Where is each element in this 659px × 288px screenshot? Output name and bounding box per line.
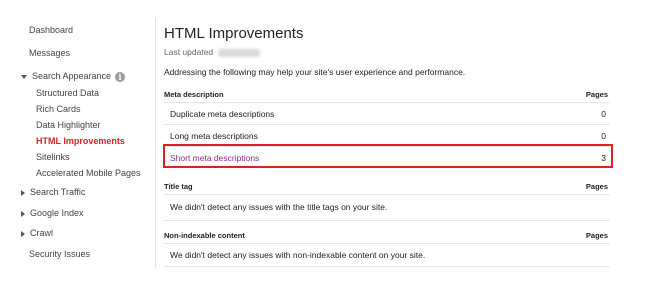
sidebar-item-search-appearance[interactable]: Search Appearance i bbox=[21, 71, 126, 82]
last-updated-label: Last updated bbox=[164, 47, 214, 57]
row-count: 0 bbox=[601, 109, 606, 119]
sidebar-item-data-highlighter[interactable]: Data Highlighter bbox=[36, 120, 101, 130]
sidebar-item-rich-cards[interactable]: Rich Cards bbox=[36, 104, 81, 114]
divider bbox=[164, 266, 610, 267]
nonindexable-note: We didn't detect any issues with non-ind… bbox=[170, 250, 426, 260]
chevron-right-icon bbox=[21, 230, 25, 237]
sidebar-item-label: Search Appearance bbox=[32, 71, 112, 81]
intro-text: Addressing the following may help your s… bbox=[164, 67, 466, 77]
sidebar-item-security-issues[interactable]: Security Issues bbox=[29, 249, 90, 259]
column-header-title-tag: Title tag bbox=[164, 182, 193, 191]
title-tag-note: We didn't detect any issues with the tit… bbox=[170, 202, 388, 212]
sidebar-item-messages[interactable]: Messages bbox=[29, 48, 70, 58]
chevron-down-icon bbox=[21, 74, 27, 79]
sidebar-item-label: Search Traffic bbox=[30, 187, 86, 197]
sidebar-item-dashboard[interactable]: Dashboard bbox=[29, 25, 73, 35]
highlight-box bbox=[163, 144, 613, 168]
row-label: Duplicate meta descriptions bbox=[170, 109, 275, 119]
column-header-pages: Pages bbox=[585, 231, 608, 240]
chevron-right-icon bbox=[21, 189, 25, 196]
sidebar-item-label: Google Index bbox=[30, 208, 84, 218]
sidebar-item-html-improvements[interactable]: HTML Improvements bbox=[36, 136, 125, 146]
sidebar-item-structured-data[interactable]: Structured Data bbox=[36, 88, 99, 98]
divider bbox=[164, 102, 610, 103]
meta-section-header: Meta description Pages bbox=[164, 90, 610, 99]
divider bbox=[164, 243, 610, 244]
sidebar-item-google-index[interactable]: Google Index bbox=[21, 208, 84, 218]
last-updated: Last updated bbox=[164, 47, 261, 57]
sidebar-nav: Dashboard Messages Search Appearance i St… bbox=[0, 0, 156, 288]
sidebar-item-label: Crawl bbox=[30, 228, 54, 238]
divider bbox=[164, 220, 610, 221]
chevron-right-icon bbox=[21, 210, 25, 217]
page-title: HTML Improvements bbox=[164, 25, 304, 42]
divider bbox=[164, 194, 610, 195]
column-header-nonindexable: Non-indexable content bbox=[164, 231, 245, 240]
nonindexable-section-header: Non-indexable content Pages bbox=[164, 231, 610, 240]
row-count: 0 bbox=[601, 131, 606, 141]
sidebar-item-crawl[interactable]: Crawl bbox=[21, 228, 53, 238]
column-header-meta: Meta description bbox=[164, 90, 224, 99]
info-icon[interactable]: i bbox=[115, 71, 126, 82]
redacted-date bbox=[218, 48, 261, 57]
column-header-pages: Pages bbox=[585, 182, 608, 191]
sidebar-divider bbox=[155, 18, 156, 268]
column-header-pages: Pages bbox=[585, 90, 608, 99]
title-section-header: Title tag Pages bbox=[164, 182, 610, 191]
divider bbox=[164, 124, 610, 125]
sidebar-item-sitelinks[interactable]: Sitelinks bbox=[36, 152, 70, 162]
row-label: Long meta descriptions bbox=[170, 131, 258, 141]
sidebar-item-accelerated-mobile-pages[interactable]: Accelerated Mobile Pages bbox=[36, 168, 141, 178]
sidebar-item-search-traffic[interactable]: Search Traffic bbox=[21, 187, 85, 197]
